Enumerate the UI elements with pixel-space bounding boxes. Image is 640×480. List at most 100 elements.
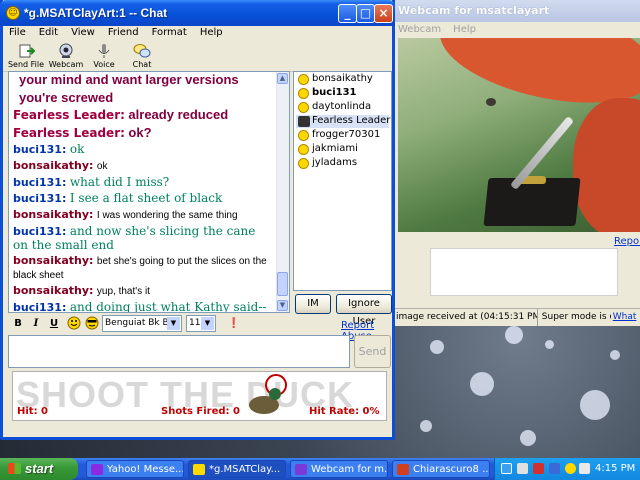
im-button[interactable]: IM: [295, 294, 331, 314]
webcam-title[interactable]: Webcam for msatclayart: [392, 0, 640, 22]
chat-title: *g.MSATClayArt:1 -- Chat: [24, 6, 168, 20]
scroll-down-arrow-icon[interactable]: ▼: [277, 300, 288, 311]
scroll-up-arrow-icon[interactable]: ▲: [277, 73, 288, 84]
menu-file[interactable]: File: [9, 27, 26, 41]
message-input[interactable]: [8, 335, 350, 368]
taskbar-task[interactable]: Chiarascuro8 ...: [392, 460, 490, 478]
windows-flag-icon: [8, 463, 21, 474]
message-scrollbar[interactable]: ▲ ▼: [276, 72, 289, 312]
ad-banner[interactable]: SHOOT THE DUCK Hit: 0 Shots Fired: 0 Hit…: [12, 371, 387, 421]
scroll-thumb[interactable]: [277, 272, 288, 296]
snow-flake: [505, 326, 523, 344]
clock: 4:15 PM: [595, 463, 636, 474]
menu-friend[interactable]: Friend: [108, 27, 139, 41]
volume-tray-icon[interactable]: [579, 463, 590, 474]
bold-button[interactable]: B: [10, 316, 26, 332]
close-button[interactable]: ×: [374, 4, 393, 23]
message-nick: bonsaikathy:: [13, 158, 94, 172]
chat-button[interactable]: Chat: [121, 43, 163, 71]
webcam-window: Webcam for msatclayart Webcam Help Repor: [392, 0, 640, 326]
alert-button[interactable]: ❗: [226, 316, 242, 332]
taskbar-task[interactable]: *g.MSATClay...: [188, 460, 286, 478]
chat-message: bonsaikathy: I was wondering the same th…: [13, 208, 273, 222]
hand-shape: [573, 98, 640, 232]
font-size-select[interactable]: 11 ▼: [186, 315, 216, 332]
menu-view[interactable]: View: [71, 27, 95, 41]
message-text: ok: [69, 142, 85, 157]
minimize-button[interactable]: _: [338, 4, 357, 23]
task-icon: [295, 464, 307, 475]
tray-icon[interactable]: [533, 463, 544, 474]
buddy-item[interactable]: frogger70301: [296, 129, 389, 142]
webcam-button[interactable]: Webcam: [45, 43, 87, 71]
snow-flake: [520, 430, 536, 446]
buddy-item[interactable]: buci131: [296, 87, 389, 100]
taskbar-task[interactable]: Webcam for m...: [290, 460, 388, 478]
chat-message: your mind and want larger versions: [13, 72, 273, 88]
taskbar-task[interactable]: Yahoo! Messe...: [86, 460, 184, 478]
smiley-icon: [298, 74, 309, 85]
ad-hit-count: Hit: 0: [17, 406, 49, 417]
voice-label: Voice: [93, 60, 115, 69]
webcam-icon: [59, 43, 73, 58]
tray-icon[interactable]: [517, 463, 528, 474]
message-nick: buci131:: [13, 143, 67, 157]
smiley-icon: [298, 158, 309, 169]
black-clay-sheet: [483, 178, 581, 226]
send-button[interactable]: Send: [354, 335, 391, 368]
microphone-icon: [98, 44, 110, 58]
messenger-tray-icon[interactable]: [565, 463, 576, 474]
message-text: ok?: [128, 124, 152, 140]
menu-edit[interactable]: Edit: [39, 27, 58, 41]
chat-message: Fearless Leader: already reduced: [13, 107, 273, 123]
font-size-value: 11: [189, 318, 201, 328]
task-icon: [193, 464, 205, 475]
send-file-button[interactable]: Send File: [5, 43, 47, 71]
webcam-icon: [298, 116, 310, 127]
chat-message: you're screwed: [13, 90, 273, 106]
buddy-name: bonsaikathy: [312, 73, 373, 84]
messenger-smiley-icon: ☺: [6, 6, 20, 20]
webcam-info-box: [430, 248, 618, 296]
task-label: Chiarascuro8 ...: [413, 464, 490, 475]
task-label: Webcam for m...: [311, 464, 388, 475]
message-history[interactable]: your mind and want larger versions you're…: [8, 71, 290, 313]
message-nick: buci131:: [13, 192, 67, 206]
maximize-button[interactable]: □: [356, 4, 375, 23]
status-received: image received at (04:15:31 PM): [392, 309, 538, 326]
voice-button[interactable]: Voice: [83, 43, 125, 71]
message-nick: buci131:: [13, 301, 67, 313]
webcam-report-link[interactable]: Repor: [614, 236, 640, 247]
status-what-link[interactable]: What: [611, 309, 640, 326]
chat-label: Chat: [132, 60, 152, 69]
task-label: *g.MSATClay...: [209, 464, 281, 475]
message-text: yup, that's it: [96, 286, 150, 298]
menu-help[interactable]: Help: [453, 24, 476, 36]
ad-hit-rate: Hit Rate: 0%: [309, 406, 380, 417]
italic-button[interactable]: I: [28, 316, 44, 332]
chat-titlebar[interactable]: ☺ *g.MSATClayArt:1 -- Chat _ □ ×: [0, 0, 395, 26]
tray-icon[interactable]: [549, 463, 560, 474]
ignore-user-button[interactable]: Ignore User: [336, 294, 392, 327]
webcam-video: [398, 38, 640, 232]
task-label: Yahoo! Messe...: [107, 464, 184, 475]
chat-message: buci131: and now she's slicing the cane …: [13, 224, 273, 253]
taskbar: start Yahoo! Messe... *g.MSATClay... Webca…: [0, 458, 640, 480]
emoticon-button[interactable]: [84, 316, 100, 332]
palette-icon: [67, 316, 81, 330]
menu-help[interactable]: Help: [200, 27, 223, 41]
tray-icon[interactable]: [501, 463, 512, 474]
buddy-item[interactable]: jyladams: [296, 157, 389, 170]
menu-webcam[interactable]: Webcam: [398, 24, 441, 36]
menu-format[interactable]: Format: [152, 27, 187, 41]
buddy-item[interactable]: jakmiami: [296, 143, 389, 156]
start-button[interactable]: start: [0, 458, 78, 480]
underline-button[interactable]: U: [46, 316, 62, 332]
buddy-item[interactable]: daytonlinda: [296, 101, 389, 114]
font-select[interactable]: Benguiat Bk BT ▼: [102, 315, 182, 332]
buddy-item[interactable]: bonsaikathy: [296, 73, 389, 86]
smiley-picker-button[interactable]: [66, 316, 82, 332]
buddy-item[interactable]: Fearless Leader: [296, 115, 390, 128]
webcam-label: Webcam: [48, 60, 84, 69]
send-file-label: Send File: [7, 60, 45, 69]
